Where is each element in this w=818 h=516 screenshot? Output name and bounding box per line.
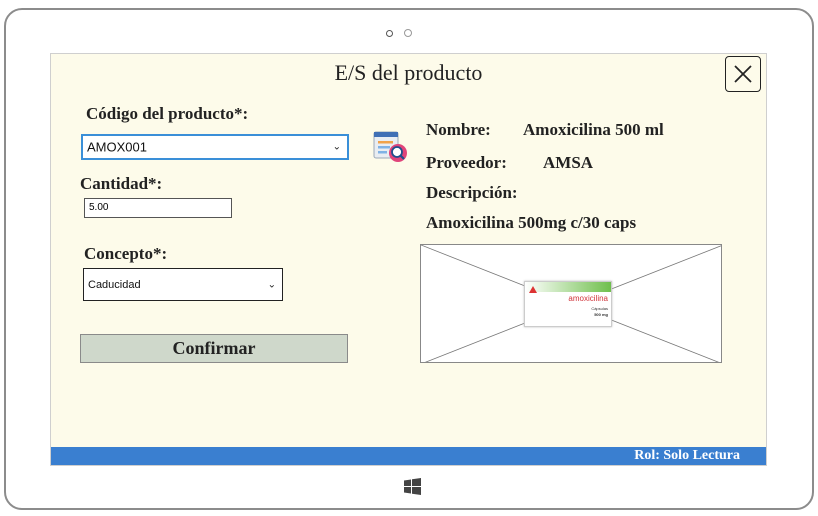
supplier-value: AMSA <box>543 153 594 172</box>
supplier-label: Proveedor: <box>426 153 507 172</box>
brand-logo-icon <box>529 286 537 293</box>
name-label: Nombre: <box>426 120 491 139</box>
chevron-down-icon: ⌄ <box>332 141 341 153</box>
sensor-icon <box>404 29 412 37</box>
quantity-label: Cantidad*: <box>80 174 163 193</box>
close-icon <box>734 65 752 83</box>
product-code-select[interactable]: AMOX001 ⌄ <box>81 134 349 160</box>
product-code-value: AMOX001 <box>87 139 147 155</box>
description-value: Amoxicilina 500mg c/30 caps <box>426 213 637 232</box>
close-button[interactable] <box>725 56 761 92</box>
quantity-field[interactable]: 5.00 <box>84 198 232 218</box>
medicine-box: amoxicilina Cápsulas 500 mg <box>524 281 612 327</box>
windows-logo-icon[interactable] <box>404 478 421 495</box>
concept-label: Concepto*: <box>84 244 168 263</box>
role-label: Rol: Solo Lectura <box>634 448 740 463</box>
concept-select[interactable]: Caducidad ⌄ <box>83 268 283 301</box>
concept-value: Caducidad <box>88 278 141 291</box>
app-screen: E/S del producto Código del producto*: A… <box>50 53 767 466</box>
chevron-down-icon: ⌄ <box>267 279 276 290</box>
product-code-label: Código del producto*: <box>86 104 249 123</box>
confirm-button[interactable]: Confirmar <box>80 334 348 363</box>
medicine-brand: amoxicilina <box>568 294 608 303</box>
description-label: Descripción: <box>426 183 518 202</box>
medicine-dose: 500 mg <box>594 312 608 317</box>
page-title: E/S del producto <box>334 60 483 85</box>
name-value: Amoxicilina 500 ml <box>523 120 664 139</box>
status-bar: Rol: Solo Lectura <box>51 447 766 465</box>
medicine-box-stripe <box>525 282 611 292</box>
product-image: amoxicilina Cápsulas 500 mg <box>420 244 722 363</box>
camera-icon <box>386 30 393 37</box>
search-document-icon[interactable] <box>373 130 409 164</box>
medicine-caption: Cápsulas <box>591 306 608 311</box>
